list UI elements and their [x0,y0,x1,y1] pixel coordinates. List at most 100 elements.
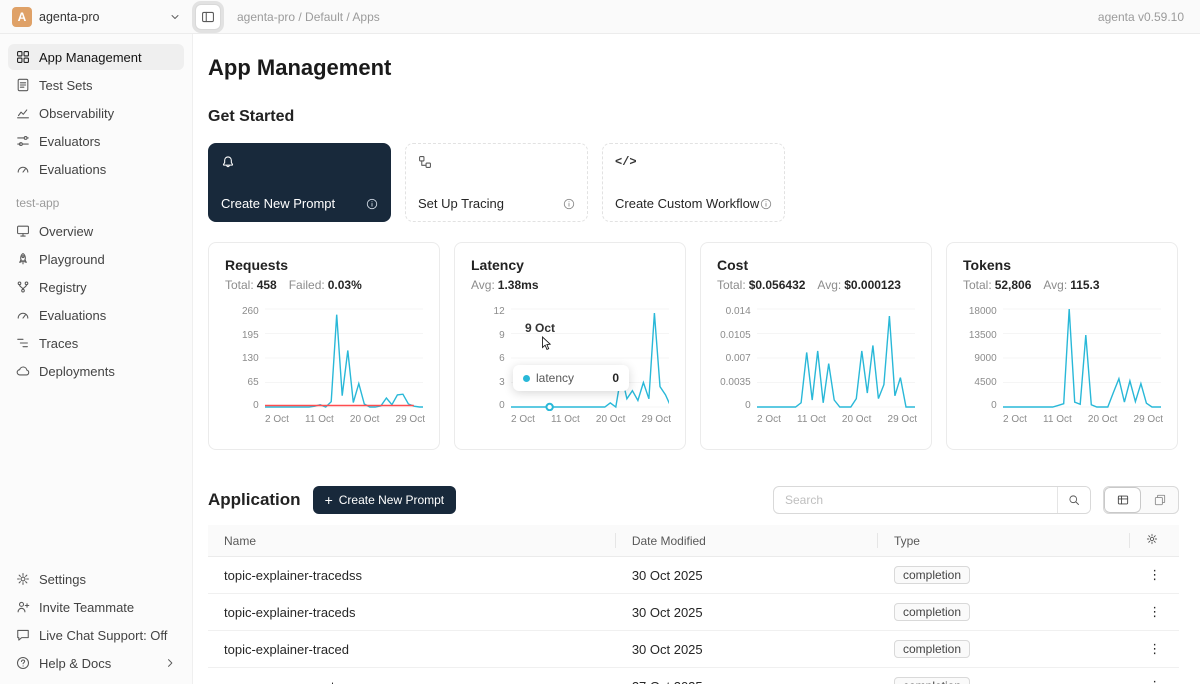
sidebar-item-live-chat[interactable]: Live Chat Support: Off [8,622,184,648]
chevron-down-icon [169,11,181,23]
app-version: agenta v0.59.10 [1098,10,1200,24]
gauge-icon [16,162,30,176]
sidebar: App Management Test Sets Observability E… [0,34,193,684]
row-more-button[interactable]: ⋮ [1130,557,1179,594]
type-badge: completion [894,677,970,684]
table-row[interactable]: topic-explainer-tracedss 30 Oct 2025 com… [208,557,1179,594]
table-row[interactable]: topic-explainer-traceds 30 Oct 2025 comp… [208,594,1179,631]
topbar: A agenta-pro agenta-pro / Default / Apps… [0,0,1200,34]
type-badge: completion [894,640,970,658]
table-row[interactable]: career-assessment 27 Oct 2025 completion… [208,668,1179,684]
sidebar-toggle-button[interactable] [195,4,221,30]
metric-stats: Avg:1.38ms [471,278,669,292]
card-label: Set Up Tracing [418,196,504,211]
table-row[interactable]: topic-explainer-traced 30 Oct 2025 compl… [208,631,1179,668]
person-plus-icon [16,600,30,614]
create-custom-workflow-card[interactable]: </> Create Custom Workflow [602,143,785,222]
search-box [773,486,1091,514]
type-badge: completion [894,566,970,584]
y-axis-labels: 1800013500900045000 [963,307,997,411]
set-up-tracing-card[interactable]: Set Up Tracing [405,143,588,222]
table-view-icon [1117,494,1129,506]
column-header-type[interactable]: Type [878,525,1130,557]
column-header-date-modified[interactable]: Date Modified [616,525,878,557]
column-header-name[interactable]: Name [208,525,616,557]
gear-icon [16,572,30,586]
breadcrumb[interactable]: agenta-pro / Default / Apps [237,10,380,24]
chart-tooltip: latency 0 [513,365,629,391]
main-content: App Management Get Started Create New Pr… [193,34,1200,684]
metric-title: Latency [471,257,669,273]
chat-bubble-icon [16,628,30,642]
info-icon[interactable] [563,198,575,210]
row-more-button[interactable]: ⋮ [1130,594,1179,631]
sidebar-item-evaluations[interactable]: Evaluations [8,156,184,182]
metric-stats: Total:52,806 Avg:115.3 [963,278,1161,292]
card-view-button[interactable] [1141,487,1178,513]
sidebar-item-label: Settings [39,572,86,587]
sidebar-item-label: Evaluations [39,162,106,177]
sidebar-item-evaluators[interactable]: Evaluators [8,128,184,154]
sidebar-item-label: Playground [39,252,105,267]
metric-stats: Total:$0.056432 Avg:$0.000123 [717,278,915,292]
trace-bars-icon [16,336,30,350]
workspace-avatar: A [12,7,32,27]
table-view-button[interactable] [1104,487,1141,513]
info-icon[interactable] [366,198,378,210]
row-more-button[interactable]: ⋮ [1130,668,1179,684]
metric-title: Requests [225,257,423,273]
column-settings[interactable] [1130,525,1179,557]
create-new-prompt-button[interactable]: + Create New Prompt [313,486,457,514]
sidebar-item-app-management[interactable]: App Management [8,44,184,70]
sidebar-item-overview[interactable]: Overview [8,218,184,244]
monitor-icon [16,224,30,238]
sidebar-item-label: Evaluations [39,308,106,323]
sidebar-item-settings[interactable]: Settings [8,566,184,592]
get-started-heading: Get Started [208,108,1179,126]
sidebar-item-registry[interactable]: Registry [8,274,184,300]
plus-icon: + [325,493,333,507]
workspace-selector[interactable]: A agenta-pro [0,7,193,27]
search-input[interactable] [774,487,1057,513]
application-header-row: Application + Create New Prompt [208,486,1179,514]
sidebar-item-traces[interactable]: Traces [8,330,184,356]
rocket-icon [16,252,30,266]
metric-card-requests: Requests Total:458 Failed:0.03% 26019513… [208,242,440,450]
gear-icon [1146,533,1158,545]
sidebar-item-invite-teammate[interactable]: Invite Teammate [8,594,184,620]
sidebar-item-label: Invite Teammate [39,600,134,615]
chart-tooltip-date: 9 Oct [525,321,555,335]
sidebar-item-label: Live Chat Support: Off [39,628,167,643]
sidebar-item-help-docs[interactable]: Help & Docs [8,650,184,676]
sidebar-item-label: Test Sets [39,78,92,93]
chevron-right-icon [164,657,176,669]
row-more-button[interactable]: ⋮ [1130,631,1179,668]
line-chart-icon [16,106,30,120]
sidebar-item-app-evaluations[interactable]: Evaluations [8,302,184,328]
app-name: career-assessment [208,668,616,684]
sidebar-item-observability[interactable]: Observability [8,100,184,126]
card-label: Create New Prompt [221,196,335,211]
sidebar-item-deployments[interactable]: Deployments [8,358,184,384]
cloud-icon [16,364,30,378]
create-new-prompt-card[interactable]: Create New Prompt [208,143,391,222]
code-icon: </> [615,155,772,169]
info-icon[interactable] [760,198,772,210]
search-button[interactable] [1057,487,1090,513]
tokens-chart[interactable] [1003,307,1161,411]
sidebar-item-label: Evaluators [39,134,100,149]
sidebar-item-label: Help & Docs [39,656,111,671]
sidebar-item-label: Deployments [39,364,115,379]
applications-table: Name Date Modified Type topic-explainer-… [208,525,1179,684]
sidebar-item-playground[interactable]: Playground [8,246,184,272]
cost-chart[interactable] [757,307,915,411]
metric-title: Tokens [963,257,1161,273]
sidebar-item-test-sets[interactable]: Test Sets [8,72,184,98]
page-title: App Management [208,55,1179,81]
requests-chart[interactable] [265,307,423,411]
app-date-modified: 27 Oct 2025 [616,668,878,684]
application-heading: Application [208,490,301,510]
app-name: topic-explainer-traceds [208,594,616,631]
question-circle-icon [16,656,30,670]
card-label: Create Custom Workflow [615,196,759,211]
